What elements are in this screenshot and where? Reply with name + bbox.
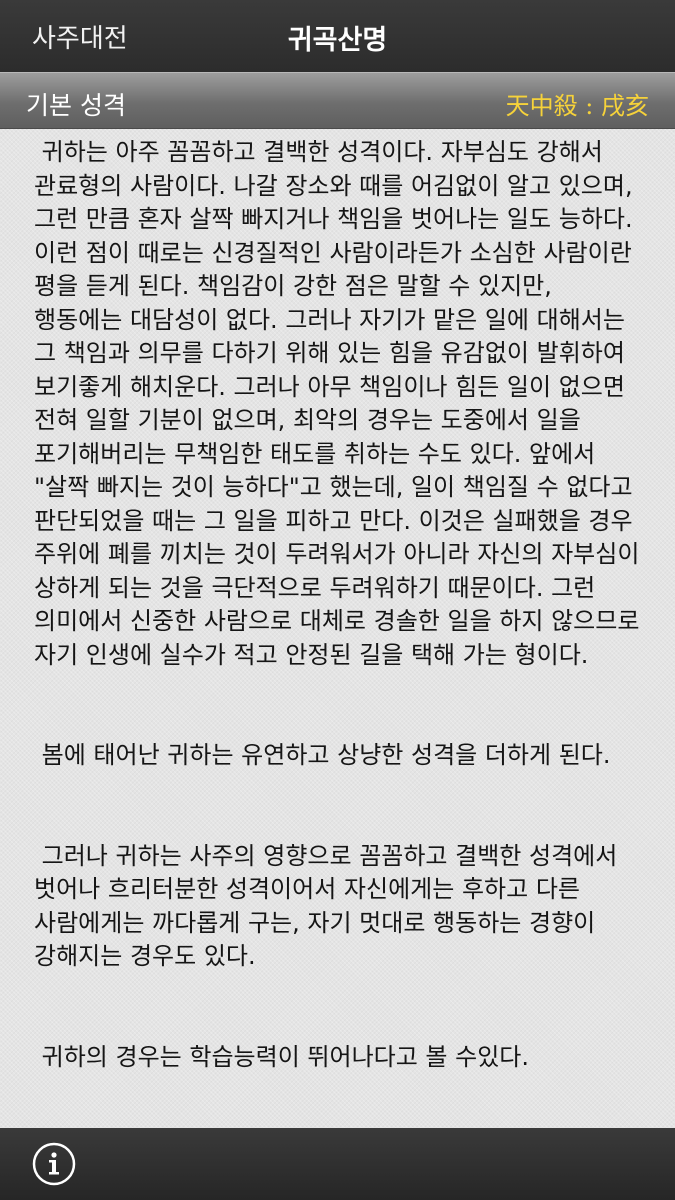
paragraph-learning-ability: 귀하의 경우는 학습능력이 뛰어나다고 볼 수있다. <box>34 1042 530 1071</box>
tianzhongsha-badge: 天中殺 : 戌亥 <box>505 92 649 120</box>
info-button[interactable] <box>32 1142 76 1186</box>
top-navigation-bar: 사주대전 귀곡산명 <box>0 0 675 72</box>
page-title: 귀곡산명 <box>287 25 388 56</box>
paragraph-saju-influence: 그러나 귀하는 사주의 영향으로 꼼꼼하고 결백한 성격에서 벗어나 흐리터분한… <box>34 841 625 971</box>
fortune-text-content[interactable]: 귀하는 아주 꼼꼼하고 결백한 성격이다. 자부심도 강해서 관료형의 사람이다… <box>34 136 646 1126</box>
section-title: 기본 성격 <box>26 91 126 120</box>
paragraph-basic-personality: 귀하는 아주 꼼꼼하고 결백한 성격이다. 자부심도 강해서 관료형의 사람이다… <box>34 138 640 669</box>
bottom-toolbar <box>0 1128 675 1200</box>
section-header: 기본 성격 天中殺 : 戌亥 <box>0 72 675 129</box>
paragraph-spring-birth: 봄에 태어난 귀하는 유연하고 상냥한 성격을 더하게 된다. <box>34 741 611 769</box>
info-icon <box>32 1142 76 1186</box>
